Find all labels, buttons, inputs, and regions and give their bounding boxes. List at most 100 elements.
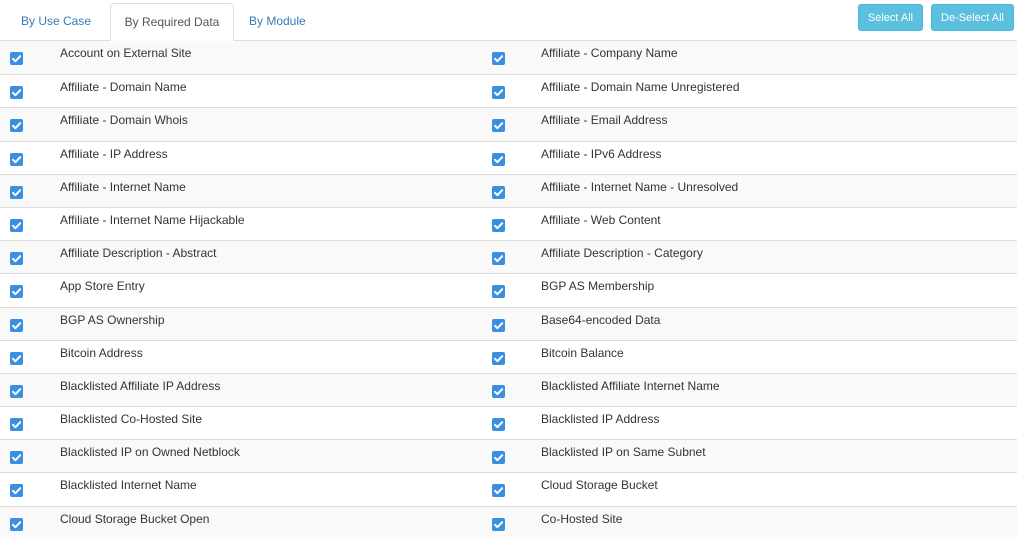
checkbox[interactable] [10, 152, 23, 166]
tab-by-required-data[interactable]: By Required Data [110, 3, 234, 41]
checkbox[interactable] [10, 252, 23, 266]
option-label: Affiliate - IP Address [60, 146, 168, 161]
table-row: Affiliate - Domain Name Affiliate - Domai… [0, 74, 1017, 107]
data-type-option: Affiliate - Web Content [480, 208, 1017, 240]
data-type-option: BGP AS Ownership [0, 308, 480, 340]
data-type-option: Bitcoin Balance [480, 341, 1017, 373]
deselect-all-button[interactable]: De-Select All [931, 4, 1014, 31]
data-type-option: Blacklisted Co-Hosted Site [0, 407, 480, 439]
data-type-option: Base64-encoded Data [480, 308, 1017, 340]
data-type-option: Affiliate - Domain Whois [0, 108, 480, 140]
data-type-option: Affiliate Description - Category [480, 241, 1017, 273]
data-type-option: Blacklisted Affiliate IP Address [0, 374, 480, 406]
data-type-option: Affiliate - IPv6 Address [480, 142, 1017, 174]
data-type-option: Co-Hosted Site [480, 507, 1017, 537]
tab-by-module[interactable]: By Module [239, 3, 316, 41]
checkbox[interactable] [10, 318, 23, 332]
option-label: App Store Entry [60, 279, 145, 294]
option-label: Affiliate - Domain Whois [60, 113, 188, 128]
checkbox[interactable] [10, 86, 23, 100]
table-row: Affiliate - IP Address Affiliate - IPv6 A… [0, 140, 1017, 174]
option-label: Affiliate - Web Content [541, 212, 661, 227]
checkbox[interactable] [492, 484, 505, 498]
option-label: Blacklisted Affiliate IP Address [60, 378, 221, 393]
option-label: Bitcoin Balance [541, 345, 624, 360]
table-row: Blacklisted Co-Hosted Site Blacklisted IP… [0, 406, 1017, 439]
table-row: Blacklisted Internet Name Cloud Storage B… [0, 472, 1017, 505]
data-type-option: Cloud Storage Bucket Open [0, 507, 480, 537]
checkbox[interactable] [492, 119, 505, 133]
data-type-option: App Store Entry [0, 274, 480, 306]
option-label: Blacklisted IP on Same Subnet [541, 445, 706, 460]
checkbox[interactable] [10, 384, 23, 398]
checkbox[interactable] [492, 152, 505, 166]
checkbox[interactable] [10, 484, 23, 498]
checkbox[interactable] [10, 119, 23, 133]
option-label: Affiliate - Internet Name Hijackable [60, 212, 245, 227]
data-type-option: Affiliate - Domain Name [0, 75, 480, 107]
data-type-option: Affiliate - IP Address [0, 142, 480, 174]
checkbox[interactable] [10, 52, 23, 65]
data-type-option: Blacklisted IP on Owned Netblock [0, 440, 480, 472]
option-label: Blacklisted Affiliate Internet Name [541, 378, 720, 393]
option-label: BGP AS Membership [541, 279, 655, 294]
table-row: Account on External Site Affiliate - Comp… [0, 41, 1017, 75]
table-row: BGP AS Ownership Base64-encoded Data [0, 306, 1017, 340]
checkbox[interactable] [10, 351, 23, 365]
table-row: Bitcoin Address Bitcoin Balance [0, 339, 1017, 373]
table-row: App Store Entry BGP AS Membership [0, 273, 1017, 306]
data-type-option: Blacklisted Affiliate Internet Name [480, 374, 1017, 406]
data-type-option: Affiliate - Internet Name [0, 175, 480, 207]
data-type-option: Account on External Site [0, 41, 480, 74]
option-label: Affiliate - Internet Name [60, 179, 186, 194]
table-row: Affiliate - Internet Name Hijackable Affi… [0, 206, 1017, 240]
checkbox[interactable] [10, 218, 23, 232]
checkbox[interactable] [492, 218, 505, 232]
table-row: Affiliate Description - Abstract Affiliat… [0, 240, 1017, 274]
option-label: Bitcoin Address [60, 345, 143, 360]
checkbox[interactable] [492, 285, 505, 299]
checkbox[interactable] [492, 318, 505, 332]
option-label: Affiliate - Email Address [541, 113, 668, 128]
checkbox[interactable] [10, 418, 23, 432]
option-label: Blacklisted Co-Hosted Site [60, 412, 203, 427]
checkbox[interactable] [492, 52, 505, 65]
checkbox[interactable] [492, 517, 505, 531]
option-label: Blacklisted IP Address [541, 412, 660, 427]
checkbox[interactable] [492, 418, 505, 432]
tab-bar: By Use Case By Required Data By Module S… [0, 0, 1024, 41]
data-type-option: Affiliate - Company Name [480, 41, 1017, 74]
option-label: Blacklisted Internet Name [60, 478, 197, 493]
data-type-option: Cloud Storage Bucket [480, 473, 1017, 505]
option-label: BGP AS Ownership [60, 312, 165, 327]
select-all-button[interactable]: Select All [858, 4, 923, 31]
data-type-option: Affiliate - Email Address [480, 108, 1017, 140]
data-type-option: Blacklisted IP on Same Subnet [480, 440, 1017, 472]
checkbox[interactable] [492, 384, 505, 398]
data-type-option: Blacklisted IP Address [480, 407, 1017, 439]
option-label: Affiliate - Domain Name Unregistered [541, 80, 740, 95]
required-data-table: Account on External Site Affiliate - Comp… [0, 41, 1017, 537]
option-label: Affiliate Description - Category [541, 246, 703, 261]
checkbox[interactable] [10, 185, 23, 199]
data-type-option: Affiliate - Internet Name Hijackable [0, 208, 480, 240]
table-row: Blacklisted IP on Owned Netblock Blacklis… [0, 439, 1017, 473]
checkbox[interactable] [492, 252, 505, 266]
checkbox[interactable] [10, 451, 23, 465]
checkbox[interactable] [10, 285, 23, 299]
option-label: Affiliate - Domain Name [60, 80, 187, 95]
checkbox[interactable] [492, 351, 505, 365]
data-type-option: BGP AS Membership [480, 274, 1017, 306]
checkbox[interactable] [10, 517, 23, 531]
data-type-option: Blacklisted Internet Name [0, 473, 480, 505]
data-type-option: Bitcoin Address [0, 341, 480, 373]
checkbox[interactable] [492, 185, 505, 199]
option-label: Cloud Storage Bucket Open [60, 511, 210, 526]
option-label: Base64-encoded Data [541, 312, 661, 327]
table-row: Blacklisted Affiliate IP Address Blacklis… [0, 372, 1017, 407]
checkbox[interactable] [492, 451, 505, 465]
table-row: Affiliate - Domain Whois Affiliate - Emai… [0, 107, 1017, 141]
checkbox[interactable] [492, 86, 505, 100]
tab-by-use-case[interactable]: By Use Case [11, 3, 101, 41]
data-type-option: Affiliate - Domain Name Unregistered [480, 75, 1017, 107]
